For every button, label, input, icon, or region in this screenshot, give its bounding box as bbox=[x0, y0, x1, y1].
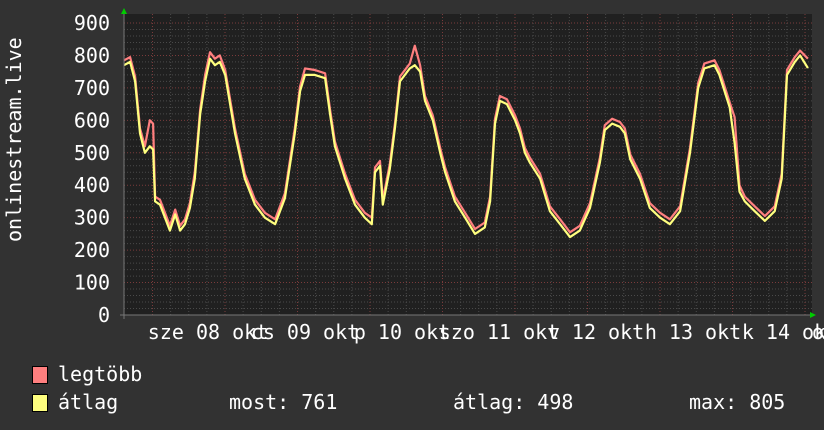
y-axis-label: onlinestream.live bbox=[2, 37, 26, 242]
x-axis: sze 08 oktcs 09 oktp 10 oktszo 11 oktv 1… bbox=[148, 320, 824, 344]
x-tick-label: szo 11 okt bbox=[439, 320, 559, 344]
legend-swatch-max bbox=[32, 366, 48, 384]
legend-label-max: legtöbb bbox=[58, 362, 143, 386]
x-tick-label: v 12 okt bbox=[548, 320, 644, 344]
y-axis-arrow-icon bbox=[121, 8, 127, 14]
y-axis: 0 100 200 300 400 500 600 700 800 900 bbox=[74, 11, 110, 327]
legend-now-value: most: 761 bbox=[229, 390, 338, 414]
legend-max-value: max: 805 bbox=[689, 390, 786, 414]
y-tick-label: 700 bbox=[74, 76, 110, 100]
x-tick-label: o bbox=[812, 320, 824, 344]
x-tick-label: cs 09 okt bbox=[251, 320, 359, 344]
y-tick-label: 900 bbox=[74, 11, 110, 35]
y-tick-label: 600 bbox=[74, 108, 110, 132]
y-tick-label: 800 bbox=[74, 43, 110, 67]
legend-avg-value: átlag: 498 bbox=[453, 390, 574, 414]
y-tick-label: 400 bbox=[74, 173, 110, 197]
plot-area bbox=[124, 14, 812, 315]
y-tick-label: 500 bbox=[74, 141, 110, 165]
y-tick-label: 300 bbox=[74, 206, 110, 230]
chart: 0 100 200 300 400 500 600 700 800 900 sze 08 oktc… bbox=[74, 8, 824, 344]
y-tick-label: 0 bbox=[98, 303, 110, 327]
x-tick-label: h 13 okt bbox=[645, 320, 741, 344]
y-tick-label: 200 bbox=[74, 238, 110, 262]
legend-swatch-avg bbox=[32, 394, 48, 412]
y-tick-label: 100 bbox=[74, 271, 110, 295]
x-axis-arrow-icon bbox=[810, 312, 816, 318]
x-tick-label: p 10 okt bbox=[354, 320, 450, 344]
legend-label-avg: átlag bbox=[58, 390, 119, 414]
